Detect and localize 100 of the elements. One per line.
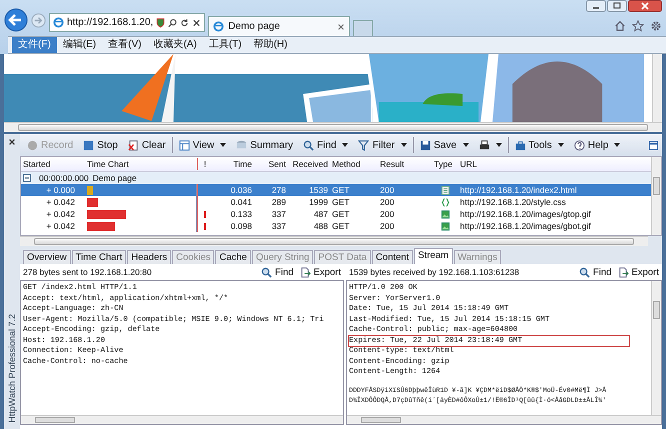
- bytes-summary: 1539 bytes received by 192.168.1.103:61238: [349, 267, 520, 277]
- column-header[interactable]: Started: [21, 159, 85, 169]
- back-button[interactable]: [4, 8, 28, 32]
- scrollbar[interactable]: [651, 281, 661, 415]
- column-header[interactable]: !: [197, 158, 212, 170]
- collapse-icon[interactable]: [23, 174, 31, 182]
- table-cell-text: 1999: [308, 197, 329, 207]
- table-cell-text: 200: [379, 209, 396, 219]
- tab[interactable]: Cache: [215, 250, 251, 264]
- tab[interactable]: Overview: [23, 250, 71, 264]
- star-icon[interactable]: [632, 20, 644, 32]
- e-logo-icon: [53, 17, 64, 28]
- close-icon[interactable]: [337, 22, 346, 30]
- column-header[interactable]: Result: [378, 159, 432, 169]
- caret-icon[interactable]: [558, 143, 564, 147]
- url-cell-text: http://192.168.1.20/index2.html: [459, 185, 578, 195]
- scrollbar[interactable]: [651, 157, 661, 235]
- request-row[interactable]: + 0.000 0.036 278 1539 GET 200 http://192.168.1.20/index2.html: [21, 184, 651, 196]
- menu-item[interactable]: 查看(V): [102, 37, 148, 53]
- table-cell-text: 289: [270, 197, 287, 207]
- filter-button[interactable]: Filter: [354, 136, 411, 154]
- scrollbar[interactable]: [652, 54, 662, 122]
- find-button[interactable]: Find: [261, 266, 294, 278]
- table-cell-text: + 0.042: [45, 209, 76, 219]
- table-cell-text: 200: [379, 197, 396, 207]
- help-button[interactable]: Help: [570, 136, 624, 154]
- column-header[interactable]: URL: [458, 159, 651, 169]
- stop-button[interactable]: Stop: [79, 136, 122, 154]
- find-button[interactable]: Find: [299, 136, 352, 154]
- caret-icon[interactable]: [496, 143, 502, 147]
- tab[interactable]: Headers: [127, 250, 172, 264]
- request-row[interactable]: + 0.042 0.133 337 487 GET 200 http://192.168.1.20/images/gtop.gif: [21, 208, 651, 220]
- close-button[interactable]: [628, 0, 662, 12]
- column-header[interactable]: Received: [288, 159, 330, 169]
- table-cell-text: GET: [331, 185, 350, 195]
- export-icon: [618, 266, 629, 278]
- menu-item[interactable]: 文件(F): [12, 37, 57, 53]
- scrollbar[interactable]: [21, 415, 343, 424]
- url-cell-text: http://192.168.1.20/images/gbot.gif: [459, 221, 592, 231]
- clear-button[interactable]: Clear: [124, 136, 170, 154]
- database-icon: [236, 140, 248, 150]
- tab[interactable]: Stream: [414, 248, 453, 264]
- menu-item[interactable]: 收藏夹(A): [147, 37, 203, 53]
- tools-button[interactable]: Tools: [510, 136, 568, 154]
- menu-item[interactable]: 帮助(H): [248, 37, 294, 53]
- url-cell-text: http://192.168.1.20/style.css: [459, 197, 567, 207]
- caret-icon[interactable]: [462, 143, 469, 147]
- scrollbar[interactable]: [20, 236, 648, 246]
- clear-icon: [128, 140, 139, 150]
- table-cell-text: 337: [270, 221, 287, 231]
- table-cell-text: 200: [379, 185, 396, 195]
- export-button[interactable]: Export: [618, 266, 659, 278]
- printer-icon: [478, 140, 490, 150]
- column-header[interactable]: Method: [330, 159, 378, 169]
- minimize-button[interactable]: [586, 0, 606, 12]
- table-cell-text: GET: [331, 197, 350, 207]
- summary-button[interactable]: Summary: [232, 136, 298, 154]
- find-button[interactable]: Find: [579, 266, 612, 278]
- search-icon[interactable]: [168, 18, 178, 28]
- column-header[interactable]: Time: [212, 159, 254, 169]
- table-cell-text: 0.133: [230, 209, 253, 219]
- search-icon: [303, 140, 314, 150]
- export-button[interactable]: Export: [300, 266, 341, 278]
- table-cell-text: 0.098: [230, 221, 253, 231]
- browser-tab[interactable]: Demo page: [208, 16, 350, 36]
- request-row[interactable]: + 0.042 0.041 289 1999 GET 200 http://192.168.1.20/style.css: [21, 196, 651, 208]
- close-icon[interactable]: [8, 138, 16, 146]
- save-button[interactable]: Save: [416, 136, 473, 154]
- menu-item[interactable]: 编辑(E): [56, 37, 102, 53]
- table-cell-text: 337: [270, 209, 287, 219]
- column-header[interactable]: Type: [432, 159, 458, 169]
- scrollbar[interactable]: [347, 415, 661, 424]
- export-icon: [300, 266, 311, 278]
- menu-item[interactable]: 工具(T): [202, 37, 248, 53]
- close-icon[interactable]: [192, 18, 202, 28]
- table-cell-text: GET: [331, 209, 350, 219]
- refresh-icon[interactable]: [180, 18, 190, 28]
- url-cell-text: http://192.168.1.20/images/gtop.gif: [459, 209, 592, 219]
- table-cell-text: + 0.042: [45, 197, 76, 207]
- table-cell-text: + 0.042: [45, 221, 76, 231]
- home-icon[interactable]: [614, 20, 626, 32]
- settings-icon[interactable]: [650, 20, 662, 32]
- maximize-button[interactable]: [607, 0, 627, 12]
- restore-icon[interactable]: [649, 140, 658, 150]
- request-row[interactable]: + 0.042 0.098 337 488 GET 200 http://192.168.1.20/images/gbot.gif: [21, 220, 651, 232]
- address-bar[interactable]: http://192.168.1.20,: [49, 13, 206, 32]
- table-cell-text: 0.036: [230, 185, 253, 195]
- table-cell-text: 0.041: [230, 197, 253, 207]
- window-icon: [178, 140, 190, 150]
- caret-icon[interactable]: [220, 143, 226, 147]
- column-header[interactable]: Sent: [254, 159, 288, 169]
- column-header[interactable]: Time Chart: [85, 159, 197, 169]
- tab[interactable]: Time Chart: [72, 250, 126, 264]
- view-button[interactable]: View: [174, 136, 230, 154]
- caret-icon[interactable]: [400, 143, 407, 147]
- caret-icon[interactable]: [614, 143, 620, 147]
- caret-icon[interactable]: [342, 143, 348, 147]
- tab[interactable]: Content: [372, 250, 413, 264]
- record-icon: [27, 140, 38, 150]
- scrollbar[interactable]: [4, 122, 662, 132]
